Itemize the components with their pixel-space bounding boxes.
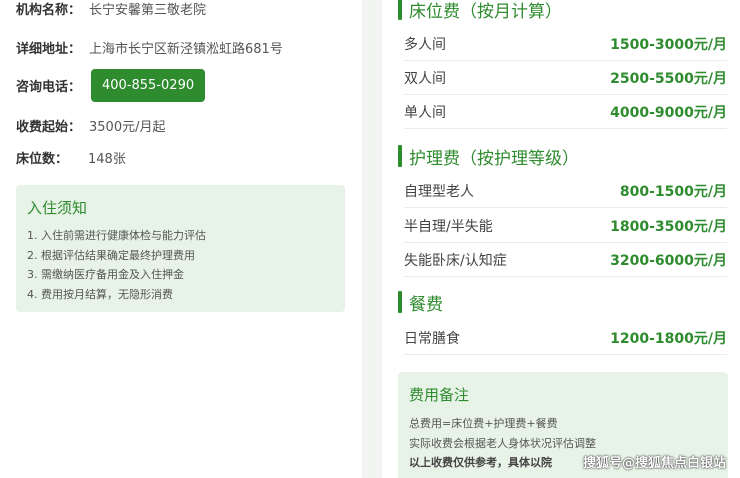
price-name: 多人间 xyxy=(404,36,446,53)
fee-label: 收费起始： xyxy=(16,119,82,135)
price-value: 800-1500元/月 xyxy=(619,183,727,200)
name-value: 长宁安馨第三敬老院 xyxy=(89,2,207,18)
notice-item: 2. 根据评估结果确定最终护理费用 xyxy=(27,248,195,262)
price-value: 3200-6000元/月 xyxy=(610,252,727,269)
price-row: 单人间 4000-9000元/月 xyxy=(404,95,727,129)
price-value: 1200-1800元/月 xyxy=(610,330,727,347)
section-bar xyxy=(398,0,402,20)
bed-fees-title-text: 床位费（按月计算） xyxy=(409,1,562,22)
price-row: 半自理/半失能 1800-3500元/月 xyxy=(404,209,727,243)
price-name: 日常膳食 xyxy=(404,330,460,347)
meal-fees-title: 餐费 xyxy=(398,289,443,315)
price-value: 1800-3500元/月 xyxy=(610,218,727,235)
info-row-beds: 床位数： 148张 xyxy=(16,148,126,167)
remark-title: 费用备注 xyxy=(409,386,470,404)
info-row-fee: 收费起始： 3500元/月起 xyxy=(16,116,166,135)
price-name: 自理型老人 xyxy=(404,183,474,200)
remark-line: 总费用=床位费+护理费+餐费 xyxy=(409,417,558,430)
info-row-address: 详细地址： 上海市长宁区新泾镇淞虹路681号 xyxy=(16,38,283,57)
address-label: 详细地址： xyxy=(16,41,82,57)
right-panel: 床位费（按月计算） 多人间 1500-3000元/月 双人间 2500-5500… xyxy=(382,0,740,478)
phone-label: 咨询电话： xyxy=(16,79,82,95)
address-value: 上海市长宁区新泾镇淞虹路681号 xyxy=(89,41,283,57)
price-value: 2500-5500元/月 xyxy=(610,70,727,87)
notice-box: 入住须知 1. 入住前需进行健康体检与能力评估 2. 根据评估结果确定最终护理费… xyxy=(16,185,345,312)
beds-value: 148张 xyxy=(88,151,126,167)
section-bar xyxy=(398,145,402,167)
price-name: 双人间 xyxy=(404,70,446,87)
price-row: 自理型老人 800-1500元/月 xyxy=(404,174,727,208)
price-row: 多人间 1500-3000元/月 xyxy=(404,27,727,61)
care-fees-title-text: 护理费（按护理等级） xyxy=(409,148,579,169)
price-row: 日常膳食 1200-1800元/月 xyxy=(404,321,727,355)
notice-item: 1. 入住前需进行健康体检与能力评估 xyxy=(27,229,206,242)
price-row: 双人间 2500-5500元/月 xyxy=(404,61,727,95)
beds-label: 床位数： xyxy=(16,151,69,167)
remark-line: 实际收费会根据老人身体状况评估调整 xyxy=(409,436,596,450)
bed-fees-title: 床位费（按月计算） xyxy=(398,0,562,22)
panel-divider xyxy=(362,0,382,478)
left-panel: 机构名称： 长宁安馨第三敬老院 详细地址： 上海市长宁区新泾镇淞虹路681号 咨… xyxy=(0,0,362,478)
price-name: 半自理/半失能 xyxy=(404,218,493,235)
price-value: 4000-9000元/月 xyxy=(610,104,727,121)
watermark: 搜狐号@搜狐焦点白银站 xyxy=(582,456,726,471)
price-row: 失能卧床/认知症 3200-6000元/月 xyxy=(404,243,727,277)
notice-title: 入住须知 xyxy=(27,199,88,217)
care-fees-title: 护理费（按护理等级） xyxy=(398,143,579,169)
info-row-name: 机构名称： 长宁安馨第三敬老院 xyxy=(16,0,207,18)
notice-item: 3. 需缴纳医疗备用金及入住押金 xyxy=(27,268,184,281)
notice-item: 4. 费用按月结算，无隐形消费 xyxy=(27,287,173,301)
fee-value: 3500元/月起 xyxy=(89,119,166,135)
name-label: 机构名称： xyxy=(16,2,82,18)
price-value: 1500-3000元/月 xyxy=(610,36,727,53)
phone-call-button[interactable]: 400-855-0290 xyxy=(91,68,206,102)
meal-fees-title-text: 餐费 xyxy=(409,294,443,315)
info-row-phone: 咨询电话： 400-855-0290 xyxy=(16,68,206,102)
price-name: 单人间 xyxy=(404,104,446,121)
section-bar xyxy=(398,291,402,313)
price-name: 失能卧床/认知症 xyxy=(404,252,507,269)
